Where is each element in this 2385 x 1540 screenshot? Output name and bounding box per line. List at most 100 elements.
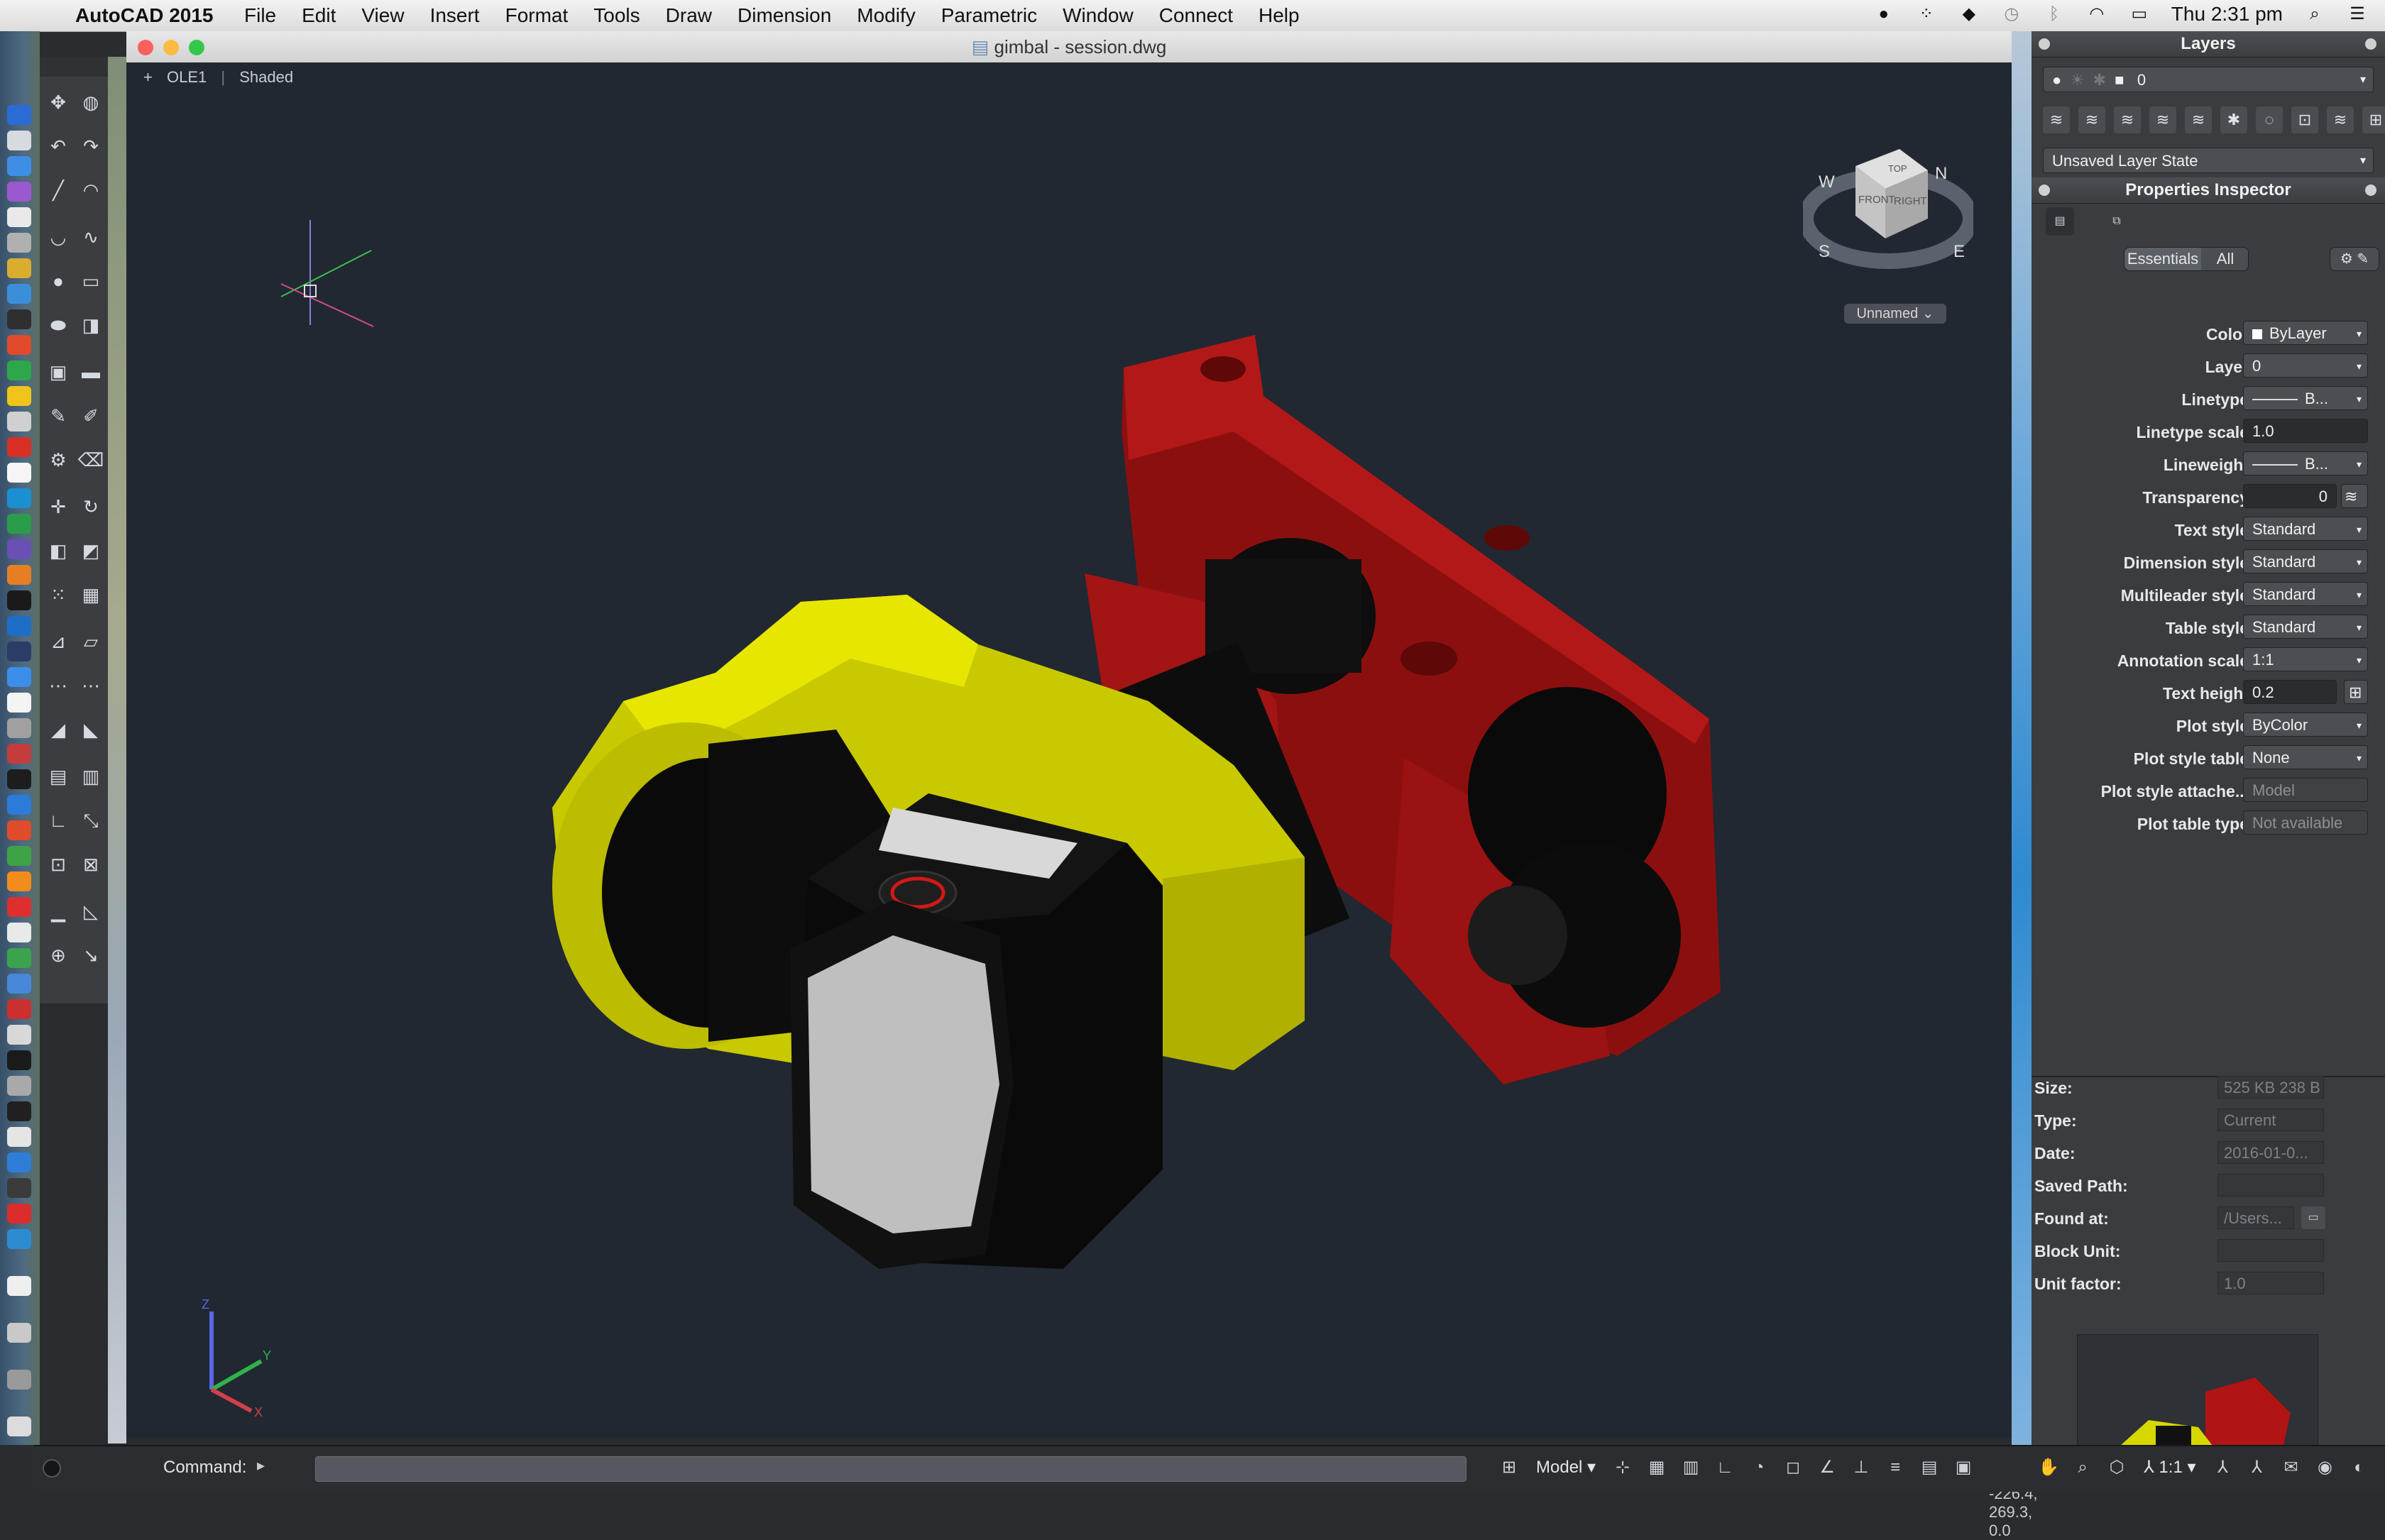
annotation-scale-select[interactable]: 1:1 ▾: [2243, 647, 2368, 671]
dock-app-icon[interactable]: [7, 846, 31, 866]
command-input[interactable]: [315, 1456, 1466, 1482]
redo-icon[interactable]: ↷: [77, 132, 105, 160]
polar-tracking-icon[interactable]: ◔: [1746, 1455, 1772, 1480]
pen-icon[interactable]: ✎: [44, 402, 72, 430]
dock-app-icon[interactable]: [7, 131, 31, 150]
ortho-mode-icon[interactable]: ∟: [1712, 1455, 1738, 1480]
properties-panel-title[interactable]: Properties Inspector: [2032, 177, 2385, 204]
evernote-icon[interactable]: ●: [1873, 4, 1895, 25]
settings-tool-icon[interactable]: ⚙: [44, 446, 72, 474]
dock-app-icon[interactable]: [7, 693, 31, 713]
dimension-icon[interactable]: ∟: [44, 806, 72, 835]
grid-icon[interactable]: ⁘: [1916, 4, 1937, 25]
dock-app-icon[interactable]: [7, 105, 31, 125]
layer-previous-icon[interactable]: ≋: [2185, 106, 2212, 133]
viewcube-right[interactable]: RIGHT: [1894, 195, 1927, 207]
plot-style-select[interactable]: ByColor ▾: [2243, 713, 2368, 737]
polyline-icon[interactable]: ◡: [44, 223, 72, 251]
plot-style-table-select[interactable]: None ▾: [2243, 745, 2368, 769]
draw-icon[interactable]: ✐: [77, 402, 105, 430]
zoom-tool-icon[interactable]: ⊕: [44, 941, 72, 969]
object-snap-icon[interactable]: ◻: [1780, 1455, 1806, 1480]
dynamic-ucs-icon[interactable]: ⊥: [1848, 1455, 1874, 1480]
dock-app-icon[interactable]: [7, 156, 31, 176]
layer-lock-tool-icon[interactable]: ⊡: [2291, 106, 2318, 133]
dock-app-icon[interactable]: [7, 769, 31, 789]
command-history-icon[interactable]: ▸: [257, 1456, 265, 1475]
dock-app-icon[interactable]: [7, 1025, 31, 1045]
dock-app-icon[interactable]: [7, 744, 31, 764]
linetype-select[interactable]: B... ▾: [2243, 386, 2368, 410]
scale-icon[interactable]: ◧: [44, 537, 72, 565]
layer-isolate-icon[interactable]: ≋: [2327, 106, 2354, 133]
spotlight-icon[interactable]: ⌕: [2304, 4, 2325, 25]
ellipse-icon[interactable]: ⬬: [44, 311, 72, 339]
notification-center-icon[interactable]: ☰: [2347, 4, 2368, 25]
region-icon[interactable]: ◨: [77, 311, 105, 339]
viewcube[interactable]: TOP FRONT RIGHT N W S E: [1803, 121, 1973, 291]
angle-icon[interactable]: ◺: [77, 897, 105, 925]
coordinates-toggle-icon[interactable]: ⊹: [1610, 1455, 1635, 1480]
dock-app-icon[interactable]: [7, 1417, 31, 1436]
dock-app-icon[interactable]: [7, 284, 31, 304]
grid-display-icon[interactable]: ▦: [1644, 1455, 1670, 1480]
layer-properties-tab-icon[interactable]: ⧉: [2102, 207, 2131, 236]
hatch-icon[interactable]: ▣: [44, 358, 72, 386]
dock-app-icon[interactable]: [7, 1204, 31, 1223]
layer-select[interactable]: 0 ▾: [2243, 353, 2368, 378]
wifi-icon[interactable]: ◠: [2086, 4, 2107, 25]
rotate-icon[interactable]: ↻: [77, 493, 105, 521]
gimbal-model[interactable]: [126, 62, 2012, 1438]
dock-app-icon[interactable]: [7, 948, 31, 968]
model-space-button[interactable]: Model ▾: [1530, 1455, 1601, 1480]
zoom-icon[interactable]: ⌕: [2070, 1455, 2095, 1480]
dock-app-icon[interactable]: [7, 539, 31, 559]
layer-state-icon[interactable]: ≋: [2114, 106, 2141, 133]
multileader-style-select[interactable]: Standard ▾: [2243, 582, 2368, 606]
workspace-icon[interactable]: ✉: [2279, 1455, 2304, 1480]
transparency-menu-icon[interactable]: ≋: [2341, 484, 2368, 508]
table-icon[interactable]: ▬: [77, 358, 105, 386]
dock-app-icon[interactable]: [7, 642, 31, 661]
dock-app-icon[interactable]: [7, 1370, 31, 1390]
layers-close-icon[interactable]: [2039, 38, 2050, 50]
select-icon[interactable]: ✥: [44, 88, 72, 116]
line-icon[interactable]: ╱: [44, 176, 72, 204]
layout-icon[interactable]: ⊠: [77, 850, 105, 879]
dock-app-icon[interactable]: [7, 335, 31, 355]
dock-app-icon[interactable]: [7, 616, 31, 636]
measure-icon[interactable]: ▁: [44, 897, 72, 925]
tool-palette-header[interactable]: [40, 57, 108, 77]
3d-object-snap-icon[interactable]: ∠: [1814, 1455, 1840, 1480]
dock-app-icon[interactable]: [7, 412, 31, 431]
viewcube-top[interactable]: TOP: [1888, 163, 1907, 174]
stretch-icon[interactable]: ◩: [77, 537, 105, 565]
dock-app-icon[interactable]: [7, 974, 31, 994]
menu-connect[interactable]: Connect: [1159, 4, 1233, 27]
dock-app-icon[interactable]: [7, 897, 31, 917]
menu-view[interactable]: View: [361, 4, 404, 27]
menu-modify[interactable]: Modify: [857, 4, 915, 27]
command-close-icon[interactable]: [43, 1459, 61, 1478]
ucs-icon[interactable]: Z Y X: [183, 1290, 283, 1418]
dock-app-icon[interactable]: [7, 309, 31, 329]
dock-app-icon[interactable]: [7, 590, 31, 610]
dock-app-icon[interactable]: [7, 1101, 31, 1121]
orbit-icon[interactable]: ⬡: [2104, 1455, 2129, 1480]
menu-help[interactable]: Help: [1259, 4, 1300, 27]
dock-app-icon[interactable]: [7, 1153, 31, 1172]
ucs-menu[interactable]: Unnamed ⌄: [1844, 304, 1946, 324]
dimension-style-select[interactable]: Standard ▾: [2243, 549, 2368, 573]
array-icon[interactable]: ⁙: [44, 581, 72, 609]
chamfer-icon[interactable]: ◣: [77, 715, 105, 744]
snap-mode-icon[interactable]: ▥: [1678, 1455, 1704, 1480]
dock-app-icon[interactable]: [7, 207, 31, 227]
annotation-visibility-icon[interactable]: ⅄: [2210, 1455, 2236, 1480]
dock-app-icon[interactable]: [7, 795, 31, 815]
dock-app-icon[interactable]: [7, 565, 31, 585]
object-properties-tab-icon[interactable]: ▤: [2046, 207, 2074, 236]
annotation-scale-button[interactable]: ⅄ 1:1 ▾: [2138, 1455, 2201, 1480]
trim-icon[interactable]: ⋯: [44, 671, 72, 700]
menu-format[interactable]: Format: [505, 4, 569, 27]
menu-file[interactable]: File: [244, 4, 276, 27]
